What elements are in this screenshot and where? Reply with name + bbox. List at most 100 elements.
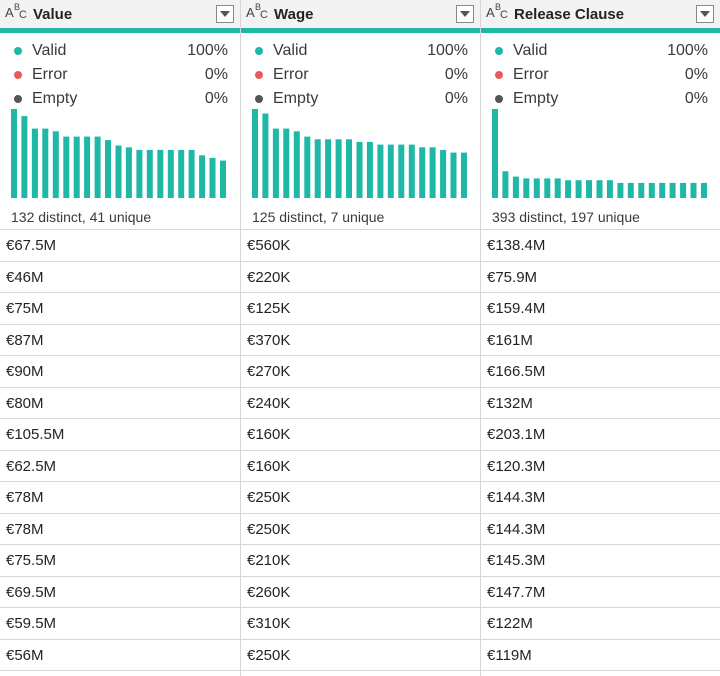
- histogram-bar[interactable]: [575, 180, 582, 198]
- table-cell[interactable]: €250K: [241, 640, 480, 671]
- histogram-bar[interactable]: [638, 182, 645, 198]
- histogram-bar[interactable]: [42, 128, 49, 198]
- table-cell[interactable]: €160K: [241, 419, 480, 451]
- histogram-bar[interactable]: [325, 139, 332, 198]
- table-cell[interactable]: €119M: [481, 640, 720, 671]
- histogram-bar[interactable]: [690, 182, 697, 198]
- histogram-bar[interactable]: [502, 171, 509, 198]
- histogram-bar[interactable]: [115, 145, 122, 199]
- table-cell[interactable]: €69.5M: [0, 577, 240, 608]
- histogram-bar[interactable]: [304, 136, 311, 198]
- table-cell[interactable]: €270K: [241, 356, 480, 388]
- histogram-bar[interactable]: [125, 147, 132, 198]
- histogram-bar[interactable]: [31, 128, 38, 198]
- table-cell[interactable]: €560K: [241, 230, 480, 262]
- histogram-bar[interactable]: [659, 182, 666, 198]
- table-cell[interactable]: €78M: [0, 514, 240, 545]
- histogram-bar[interactable]: [377, 144, 384, 198]
- table-cell[interactable]: €90M: [0, 356, 240, 388]
- histogram-bar[interactable]: [701, 182, 707, 198]
- histogram-bar[interactable]: [84, 136, 91, 198]
- table-cell[interactable]: €120.3M: [481, 451, 720, 482]
- table-cell[interactable]: €46M: [0, 262, 240, 293]
- histogram-bar[interactable]: [314, 139, 321, 198]
- histogram-bar[interactable]: [648, 182, 655, 198]
- histogram-bar[interactable]: [387, 144, 394, 198]
- histogram-bar[interactable]: [680, 182, 687, 198]
- histogram-bar[interactable]: [586, 180, 592, 198]
- table-cell[interactable]: €160K: [241, 451, 480, 482]
- histogram-bar[interactable]: [450, 152, 457, 198]
- table-cell[interactable]: €56M: [0, 640, 240, 671]
- table-cell[interactable]: €59.5M: [0, 608, 240, 640]
- histogram-bar[interactable]: [63, 136, 70, 198]
- table-cell[interactable]: €166.5M: [481, 356, 720, 388]
- histogram-bar[interactable]: [512, 176, 519, 198]
- histogram-bar[interactable]: [627, 182, 634, 198]
- histogram-bar[interactable]: [52, 131, 59, 199]
- histogram-bar[interactable]: [440, 149, 447, 198]
- table-cell[interactable]: €220K: [241, 262, 480, 293]
- histogram-bar[interactable]: [366, 141, 373, 198]
- table-cell[interactable]: €260K: [241, 577, 480, 608]
- column-distribution-histogram[interactable]: [241, 102, 480, 206]
- histogram-bar[interactable]: [136, 149, 143, 198]
- histogram-bar[interactable]: [669, 182, 676, 198]
- table-cell[interactable]: €122M: [481, 608, 720, 640]
- table-cell[interactable]: €250K: [241, 482, 480, 514]
- histogram-bar[interactable]: [293, 131, 300, 199]
- chevron-down-icon[interactable]: [456, 5, 474, 23]
- abc-type-icon[interactable]: ABC: [246, 2, 272, 25]
- table-cell[interactable]: €62.5M: [0, 451, 240, 482]
- table-cell[interactable]: €370K: [241, 325, 480, 356]
- histogram-bar[interactable]: [596, 180, 603, 198]
- histogram-bar[interactable]: [461, 152, 467, 198]
- table-cell[interactable]: €145.3M: [481, 545, 720, 577]
- table-cell[interactable]: €105.5M: [0, 419, 240, 451]
- histogram-bar[interactable]: [188, 149, 195, 198]
- histogram-bar[interactable]: [408, 144, 415, 198]
- chevron-down-icon[interactable]: [216, 5, 234, 23]
- histogram-bar[interactable]: [544, 178, 551, 198]
- histogram-bar[interactable]: [262, 113, 269, 199]
- abc-type-icon[interactable]: ABC: [486, 2, 512, 25]
- histogram-bar[interactable]: [11, 109, 17, 198]
- histogram-bar[interactable]: [419, 147, 426, 198]
- histogram-bar[interactable]: [252, 109, 258, 198]
- column-distribution-histogram[interactable]: [481, 102, 720, 206]
- table-cell[interactable]: €125K: [241, 293, 480, 325]
- table-cell[interactable]: €75M: [0, 293, 240, 325]
- table-cell[interactable]: €75.9M: [481, 262, 720, 293]
- histogram-bar[interactable]: [533, 178, 540, 198]
- table-cell[interactable]: €159.4M: [481, 293, 720, 325]
- histogram-bar[interactable]: [146, 149, 153, 198]
- table-cell[interactable]: €80M: [0, 388, 240, 419]
- histogram-bar[interactable]: [429, 147, 436, 198]
- histogram-bar[interactable]: [346, 139, 352, 198]
- histogram-bar[interactable]: [617, 182, 624, 198]
- histogram-bar[interactable]: [167, 149, 174, 198]
- table-cell[interactable]: €138.4M: [481, 230, 720, 262]
- chevron-down-icon[interactable]: [696, 5, 714, 23]
- table-cell[interactable]: €67.5M: [0, 230, 240, 262]
- table-cell[interactable]: €87M: [0, 325, 240, 356]
- column-distribution-histogram[interactable]: [0, 102, 240, 206]
- histogram-bar[interactable]: [283, 128, 290, 198]
- histogram-bar[interactable]: [356, 141, 363, 198]
- histogram-bar[interactable]: [523, 178, 530, 198]
- table-cell[interactable]: €78M: [0, 482, 240, 514]
- histogram-bar[interactable]: [335, 139, 342, 198]
- table-cell[interactable]: €75.5M: [0, 545, 240, 577]
- histogram-bar[interactable]: [73, 136, 80, 198]
- column-header[interactable]: ABC Release Clause: [481, 0, 720, 33]
- histogram-bar[interactable]: [606, 180, 613, 198]
- column-header[interactable]: ABC Wage: [241, 0, 480, 33]
- table-cell[interactable]: €144.3M: [481, 482, 720, 514]
- histogram-bar[interactable]: [178, 149, 185, 198]
- table-cell[interactable]: €250K: [241, 514, 480, 545]
- histogram-bar[interactable]: [398, 144, 405, 198]
- histogram-bar[interactable]: [21, 116, 28, 198]
- histogram-bar[interactable]: [105, 140, 111, 198]
- histogram-bar[interactable]: [492, 109, 498, 198]
- histogram-bar[interactable]: [94, 136, 101, 198]
